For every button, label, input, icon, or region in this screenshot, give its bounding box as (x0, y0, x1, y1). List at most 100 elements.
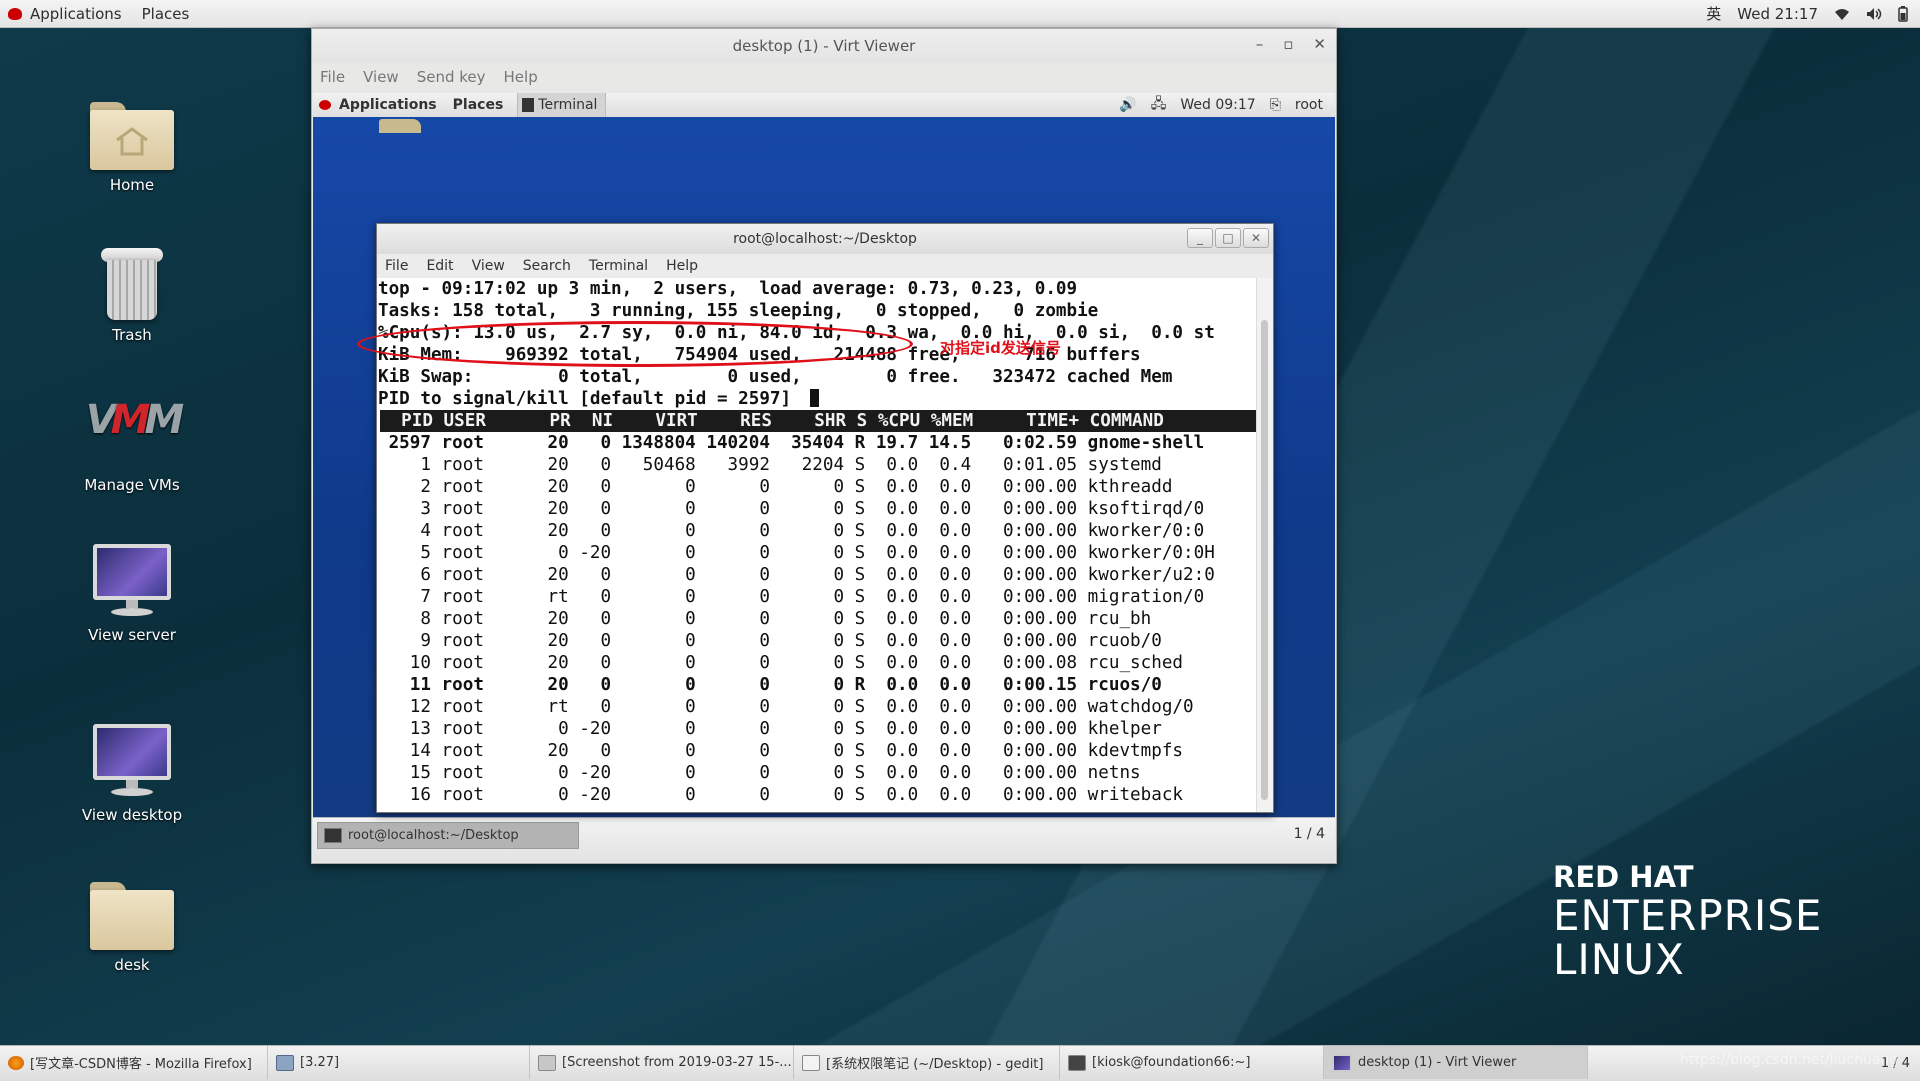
process-row: 9 root 20 0 0 0 0 S 0.0 0.0 0:00.00 rcuo… (378, 631, 1162, 651)
guest-taskbar-terminal[interactable]: root@localhost:~/Desktop (317, 822, 579, 849)
guest-terminal-task[interactable]: Terminal (517, 93, 607, 117)
close-icon[interactable]: ✕ (1313, 35, 1326, 53)
applications-menu[interactable]: Applications (0, 0, 134, 27)
virt-manager-icon: VMM (85, 397, 185, 443)
system-tray: 英 Wed 21:17 (1706, 3, 1920, 24)
user-icon: ⎘ (1269, 97, 1281, 113)
desktop-icon-trash[interactable]: Trash (67, 220, 197, 344)
view-desktop-label: View desktop (81, 806, 183, 824)
clock[interactable]: Wed 21:17 (1737, 5, 1818, 23)
desktop-icon-desk[interactable]: desk (67, 850, 197, 974)
top-bar: Applications Places 英 Wed 21:17 (0, 0, 1920, 28)
desktop-icon-home[interactable]: Home (67, 70, 197, 194)
top-summary-line: top - 09:17:02 up 3 min, 2 users, load a… (378, 279, 1078, 299)
menu-send-key[interactable]: Send key (417, 68, 486, 86)
taskbar-item-gedit[interactable]: [系统权限笔记 (~/Desktop) - gedit] (794, 1046, 1060, 1079)
text-cursor (809, 389, 819, 407)
volume-icon[interactable] (1866, 7, 1882, 21)
terminal-menu-view[interactable]: View (472, 258, 505, 274)
process-row: 14 root 20 0 0 0 0 S 0.0 0.0 0:00.00 kde… (378, 741, 1184, 761)
taskbar-item-file-viewer[interactable]: [3.27] (268, 1046, 530, 1079)
rhel-branding: RED HAT ENTERPRISE LINUX (1553, 860, 1822, 982)
branding-line-2: ENTERPRISE (1553, 891, 1823, 940)
kill-prompt-line[interactable]: PID to signal/kill [default pid = 2597] (377, 388, 1257, 410)
scrollbar-thumb[interactable] (1261, 320, 1268, 800)
terminal-menu-search[interactable]: Search (523, 258, 571, 274)
taskbar-item-label: [系统权限笔记 (~/Desktop) - gedit] (826, 1057, 1044, 1072)
maximize-icon[interactable]: ▫ (1283, 35, 1293, 53)
process-row: 5 root 0 -20 0 0 0 S 0.0 0.0 0:00.00 kwo… (378, 543, 1215, 563)
terminal-minimize-icon[interactable]: _ (1187, 228, 1213, 248)
terminal-close-icon[interactable]: ✕ (1243, 228, 1269, 248)
network-icon[interactable]: 🖧 (1151, 93, 1167, 117)
guest-terminal-task-label: Terminal (538, 97, 598, 113)
terminal-menubar: File Edit View Search Terminal Help (377, 254, 1273, 278)
menu-view[interactable]: View (363, 68, 399, 86)
process-row: 12 root rt 0 0 0 0 S 0.0 0.0 0:00.00 wat… (378, 697, 1194, 717)
redhat-logo-icon (319, 100, 331, 110)
guest-clock[interactable]: Wed 09:17 (1180, 97, 1255, 113)
document-viewer-icon (276, 1054, 294, 1071)
virt-viewer-menubar: File View Send key Help (312, 63, 1336, 91)
process-row: 6 root 20 0 0 0 0 S 0.0 0.0 0:00.00 kwor… (378, 565, 1215, 585)
input-method-indicator[interactable]: 英 (1706, 3, 1721, 24)
taskbar-item-label: [kiosk@foundation66:~] (1092, 1055, 1251, 1070)
terminal-icon (324, 828, 342, 843)
desktop-icon-view-desktop[interactable]: View desktop (67, 700, 197, 824)
guest-places-menu[interactable]: Places (453, 97, 504, 113)
terminal-menu-edit[interactable]: Edit (426, 258, 453, 274)
menu-help[interactable]: Help (504, 68, 538, 86)
home-label: Home (109, 176, 155, 194)
taskbar-item-screenshot[interactable]: [Screenshot from 2019-03-27 15-... (530, 1046, 794, 1079)
taskbar-item-label: [Screenshot from 2019-03-27 15-... (562, 1055, 792, 1070)
guest-workspace-indicator[interactable]: 1 / 4 (1294, 826, 1325, 842)
trash-icon (101, 248, 163, 320)
guest-user-menu[interactable]: root (1295, 97, 1323, 113)
terminal-menu-help[interactable]: Help (666, 258, 698, 274)
home-folder-icon (90, 102, 174, 170)
taskbar-item-virt-viewer[interactable]: desktop (1) - Virt Viewer (1324, 1046, 1588, 1079)
terminal-window: root@localhost:~/Desktop _ □ ✕ File Edit… (376, 223, 1274, 813)
process-row: 1 root 20 0 50468 3992 2204 S 0.0 0.4 0:… (378, 455, 1162, 475)
terminal-icon (1068, 1054, 1086, 1071)
guest-task-label: root@localhost:~/Desktop (348, 828, 519, 843)
monitor-icon (93, 544, 171, 620)
taskbar-item-label: [3.27] (300, 1055, 340, 1070)
kill-prompt-text: PID to signal/kill [default pid = 2597] (378, 389, 802, 409)
monitor-icon (1332, 1053, 1352, 1072)
terminal-scrollbar[interactable] (1256, 278, 1273, 812)
tasks-summary-line: Tasks: 158 total, 3 running, 155 sleepin… (378, 301, 1099, 321)
terminal-maximize-icon[interactable]: □ (1215, 228, 1241, 248)
process-row: 3 root 20 0 0 0 0 S 0.0 0.0 0:00.00 ksof… (378, 499, 1205, 519)
process-row: 15 root 0 -20 0 0 0 S 0.0 0.0 0:00.00 ne… (378, 763, 1141, 783)
text-editor-icon (802, 1054, 820, 1071)
taskbar-item-firefox[interactable]: [写文章-CSDN博客 - Mozilla Firefox] (0, 1046, 268, 1079)
volume-icon[interactable]: 🔊 (1119, 97, 1136, 113)
wifi-icon[interactable] (1834, 7, 1850, 21)
process-row: 4 root 20 0 0 0 0 S 0.0 0.0 0:00.00 kwor… (378, 521, 1205, 541)
virt-viewer-titlebar[interactable]: desktop (1) - Virt Viewer – ▫ ✕ (312, 29, 1336, 63)
guest-applications-menu[interactable]: Applications (339, 97, 437, 113)
desktop-icon-view-server[interactable]: View server (67, 520, 197, 644)
terminal-titlebar[interactable]: root@localhost:~/Desktop _ □ ✕ (377, 224, 1273, 254)
taskbar-item-label: desktop (1) - Virt Viewer (1358, 1055, 1517, 1070)
minimize-icon[interactable]: – (1256, 35, 1264, 53)
process-row: 2 root 20 0 0 0 0 S 0.0 0.0 0:00.00 kthr… (378, 477, 1173, 497)
monitor-icon (93, 724, 171, 800)
process-row: 16 root 0 -20 0 0 0 S 0.0 0.0 0:00.00 wr… (378, 785, 1184, 805)
taskbar-item-terminal[interactable]: [kiosk@foundation66:~] (1060, 1046, 1324, 1079)
terminal-title: root@localhost:~/Desktop (733, 231, 917, 247)
virt-viewer-window: desktop (1) - Virt Viewer – ▫ ✕ File Vie… (311, 28, 1337, 864)
places-label: Places (141, 4, 190, 23)
guest-top-panel: Applications Places Terminal 🔊 🖧 Wed 09:… (313, 93, 1335, 117)
desktop-icon-manage-vms[interactable]: VMM Manage VMs (67, 370, 197, 494)
places-menu[interactable]: Places (134, 0, 202, 27)
process-row: 8 root 20 0 0 0 0 S 0.0 0.0 0:00.00 rcu_… (378, 609, 1152, 629)
process-row: 2597 root 20 0 1348804 140204 35404 R 19… (378, 433, 1205, 453)
trash-label: Trash (112, 326, 152, 344)
terminal-menu-terminal[interactable]: Terminal (589, 258, 648, 274)
menu-file[interactable]: File (320, 68, 345, 86)
guest-display[interactable]: Applications Places Terminal 🔊 🖧 Wed 09:… (313, 93, 1335, 862)
terminal-menu-file[interactable]: File (385, 258, 408, 274)
battery-icon[interactable] (1898, 5, 1908, 22)
